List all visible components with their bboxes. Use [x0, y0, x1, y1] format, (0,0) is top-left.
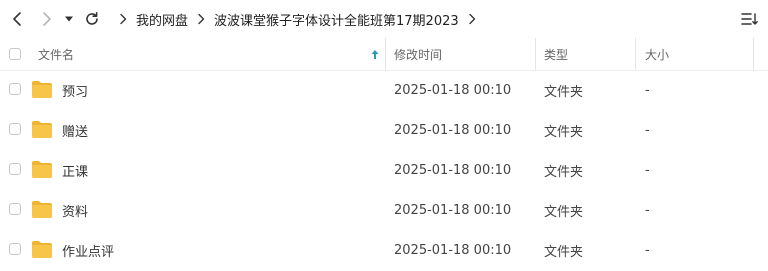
file-name[interactable]: 正课: [62, 150, 88, 190]
history-dropdown-button[interactable]: [61, 9, 77, 29]
folder-icon: [32, 81, 52, 98]
file-name[interactable]: 赠送: [62, 110, 88, 150]
row-checkbox[interactable]: [9, 163, 21, 175]
column-header: 文件名 修改时间 类型 大小: [0, 38, 768, 71]
row-checkbox[interactable]: [9, 83, 21, 95]
file-row[interactable]: 作业点评 2025-01-18 00:10 文件夹 -: [0, 230, 768, 270]
folder-icon: [32, 201, 52, 218]
list-view-icon: [741, 13, 758, 25]
forward-button[interactable]: [37, 9, 57, 29]
file-row[interactable]: 预习 2025-01-18 00:10 文件夹 -: [0, 70, 768, 110]
column-size[interactable]: 大小: [645, 38, 669, 70]
chevron-right-icon: [119, 13, 127, 25]
breadcrumb: 我的网盘 波波课堂猴子字体设计全能班第17期2023: [110, 0, 485, 38]
chevron-right-icon: [43, 12, 51, 26]
file-modified: 2025-01-18 00:10: [394, 162, 512, 178]
folder-icon: [32, 161, 52, 178]
breadcrumb-current-folder[interactable]: 波波课堂猴子字体设计全能班第17期2023: [214, 10, 459, 29]
file-type: 文件夹: [544, 244, 584, 260]
breadcrumb-my-drive[interactable]: 我的网盘: [136, 10, 188, 29]
file-modified: 2025-01-18 00:10: [394, 202, 512, 218]
row-checkbox[interactable]: [9, 123, 21, 135]
file-name[interactable]: 资料: [62, 190, 88, 230]
refresh-button[interactable]: [82, 9, 102, 29]
column-divider[interactable]: [385, 38, 386, 70]
file-row[interactable]: 赠送 2025-01-18 00:10 文件夹 -: [0, 110, 768, 150]
column-type[interactable]: 类型: [544, 38, 568, 70]
toolbar: 我的网盘 波波课堂猴子字体设计全能班第17期2023: [0, 0, 768, 38]
column-divider[interactable]: [753, 38, 754, 70]
file-modified: 2025-01-18 00:10: [394, 242, 512, 258]
file-size: -: [645, 122, 650, 138]
file-size: -: [645, 242, 650, 258]
file-type: 文件夹: [544, 204, 584, 220]
column-modified[interactable]: 修改时间: [394, 38, 442, 70]
row-checkbox[interactable]: [9, 203, 21, 215]
chevron-right-icon[interactable]: [468, 13, 476, 25]
file-modified: 2025-01-18 00:10: [394, 82, 512, 98]
sort-arrow-up-icon[interactable]: [371, 38, 379, 70]
folder-icon: [32, 241, 52, 258]
file-type: 文件夹: [544, 84, 584, 100]
file-row[interactable]: 资料 2025-01-18 00:10 文件夹 -: [0, 190, 768, 230]
folder-icon: [32, 121, 52, 138]
file-size: -: [645, 82, 650, 98]
file-size: -: [645, 162, 650, 178]
file-row[interactable]: 正课 2025-01-18 00:10 文件夹 -: [0, 150, 768, 190]
file-size: -: [645, 202, 650, 218]
row-checkbox[interactable]: [9, 243, 21, 255]
column-divider[interactable]: [635, 38, 636, 70]
view-mode-button[interactable]: [740, 9, 760, 29]
file-type: 文件夹: [544, 164, 584, 180]
refresh-icon: [86, 12, 98, 25]
file-name[interactable]: 作业点评: [62, 230, 114, 270]
chevron-left-icon: [13, 12, 21, 26]
file-name[interactable]: 预习: [62, 70, 88, 110]
column-name[interactable]: 文件名: [38, 38, 74, 70]
caret-down-icon: [65, 16, 73, 22]
column-divider[interactable]: [535, 38, 536, 70]
file-modified: 2025-01-18 00:10: [394, 122, 512, 138]
select-all-checkbox[interactable]: [9, 48, 21, 60]
back-button[interactable]: [7, 9, 27, 29]
file-type: 文件夹: [544, 124, 584, 140]
chevron-right-icon: [197, 13, 205, 25]
